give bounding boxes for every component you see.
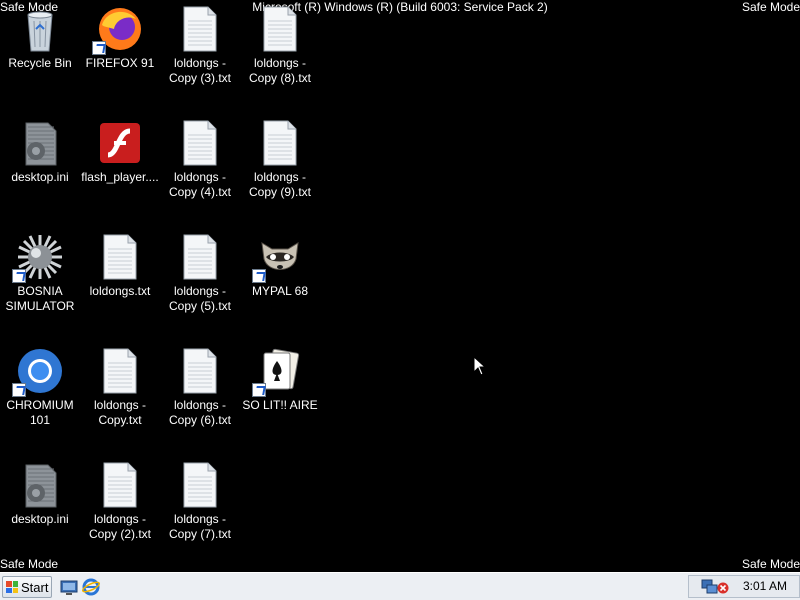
shortcut-arrow-icon	[12, 383, 26, 397]
icon-label: MYPAL 68	[251, 284, 309, 298]
settings-file-icon	[16, 461, 64, 509]
volume-muted-icon[interactable]	[717, 582, 729, 594]
icon-label: loldongs - Copy (5).txt	[168, 284, 231, 313]
taskbar: Start 3:01 AM	[0, 572, 800, 600]
icon-label: desktop.ini	[11, 170, 69, 184]
icon-label: loldongs - Copy (7).txt	[168, 512, 231, 541]
clock[interactable]: 3:01 AM	[743, 579, 787, 593]
icon-label: CHROMIUM 101	[6, 398, 74, 427]
firefox-icon	[92, 5, 144, 55]
internet-explorer-icon[interactable]	[82, 578, 100, 596]
icon-label: FIREFOX 91	[85, 56, 155, 70]
desktop-icon-solitaire[interactable]: SO LIT!! AIRE	[240, 342, 320, 452]
solitaire-cards-icon	[252, 347, 304, 397]
icon-label: SO LIT!! AIRE	[242, 398, 318, 412]
text-file-icon	[96, 347, 144, 395]
desktop-icon-bosnia-simulator[interactable]: BOSNIA SIMULATOR	[0, 228, 80, 338]
icon-label: loldongs - Copy (3).txt	[168, 56, 231, 85]
text-file-icon	[96, 461, 144, 509]
icon-label: loldongs - Copy (8).txt	[248, 56, 311, 85]
text-file-icon	[176, 5, 224, 53]
desktop-icon-firefox[interactable]: FIREFOX 91	[80, 0, 160, 110]
desktop-icon-mypal[interactable]: MYPAL 68	[240, 228, 320, 338]
icon-label: desktop.ini	[11, 512, 69, 526]
desktop-icon-loldongs-txt[interactable]: loldongs.txt	[80, 228, 160, 338]
desktop-icon-loldongs-copy-2[interactable]: loldongs - Copy (2).txt	[80, 456, 160, 566]
system-tray: 3:01 AM	[688, 575, 800, 598]
icon-label: loldongs - Copy (9).txt	[248, 170, 311, 199]
text-file-icon	[256, 5, 304, 53]
icon-label: loldongs - Copy (2).txt	[88, 512, 151, 541]
desktop-icon-loldongs-copy-9[interactable]: loldongs - Copy (9).txt	[240, 114, 320, 224]
windows-logo-icon	[6, 581, 18, 593]
flash-player-icon	[96, 119, 144, 167]
start-button[interactable]: Start	[2, 576, 52, 598]
desktop-icon-recycle-bin[interactable]: Recycle Bin	[0, 0, 80, 110]
desktop-icon-loldongs-copy-7[interactable]: loldongs - Copy (7).txt	[160, 456, 240, 566]
text-file-icon	[96, 233, 144, 281]
chromium-icon	[12, 347, 64, 397]
desktop-icon-loldongs-copy-5[interactable]: loldongs - Copy (5).txt	[160, 228, 240, 338]
text-file-icon	[176, 461, 224, 509]
mouse-cursor-icon	[473, 356, 487, 376]
safe-mode-label-bottom-right: Safe Mode	[741, 557, 800, 571]
icon-label: flash_player....	[81, 170, 159, 184]
icon-label: loldongs.txt	[89, 284, 151, 298]
spiked-ball-icon	[12, 233, 64, 283]
shortcut-arrow-icon	[252, 383, 266, 397]
icon-label: Recycle Bin	[8, 56, 72, 70]
shortcut-arrow-icon	[12, 269, 26, 283]
icon-label: BOSNIA SIMULATOR	[5, 284, 75, 313]
shortcut-arrow-icon	[252, 269, 266, 283]
desktop-icon-desktop-ini[interactable]: desktop.ini	[0, 114, 80, 224]
shortcut-arrow-icon	[92, 41, 106, 55]
desktop-icon-desktop-ini-2[interactable]: desktop.ini	[0, 456, 80, 566]
desktop-icon-loldongs-copy-6[interactable]: loldongs - Copy (6).txt	[160, 342, 240, 452]
recycle-bin-icon	[16, 5, 64, 53]
icon-label: loldongs - Copy (4).txt	[168, 170, 231, 199]
desktop-icon-loldongs-copy-3[interactable]: loldongs - Copy (3).txt	[160, 0, 240, 110]
text-file-icon	[256, 119, 304, 167]
text-file-icon	[176, 119, 224, 167]
settings-file-icon	[16, 119, 64, 167]
icon-label: loldongs - Copy.txt	[93, 398, 147, 427]
start-label: Start	[21, 579, 49, 595]
icon-label: loldongs - Copy (6).txt	[168, 398, 231, 427]
show-desktop-icon[interactable]	[60, 578, 78, 596]
desktop-icon-flash-player[interactable]: flash_player....	[80, 114, 160, 224]
desktop-icon-loldongs-copy[interactable]: loldongs - Copy.txt	[80, 342, 160, 452]
text-file-icon	[176, 347, 224, 395]
safe-mode-label-top-right: Safe Mode	[741, 0, 800, 14]
text-file-icon	[176, 233, 224, 281]
raccoon-icon	[252, 233, 304, 283]
desktop-icon-loldongs-copy-8[interactable]: loldongs - Copy (8).txt	[240, 0, 320, 110]
desktop-icon-chromium[interactable]: CHROMIUM 101	[0, 342, 80, 452]
desktop-icon-loldongs-copy-4[interactable]: loldongs - Copy (4).txt	[160, 114, 240, 224]
